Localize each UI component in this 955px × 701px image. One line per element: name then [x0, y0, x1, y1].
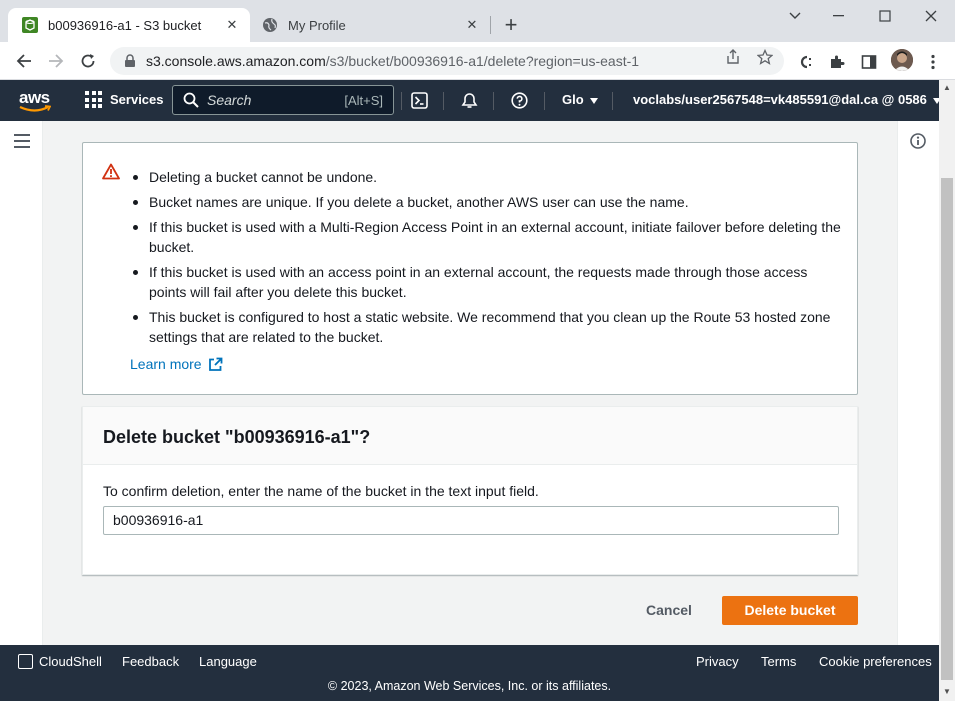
tab-title: b00936916-a1 - S3 bucket: [48, 17, 202, 33]
new-tab-icon[interactable]: +: [498, 13, 524, 39]
tab-separator: [490, 16, 491, 34]
confirm-label: To confirm deletion, enter the name of t…: [103, 483, 539, 499]
search-shortcut: [Alt+S]: [344, 92, 383, 108]
footer-privacy-link[interactable]: Privacy: [696, 654, 739, 669]
left-navigation-rail: [0, 121, 43, 645]
tab-my-profile[interactable]: My Profile ✕: [250, 8, 490, 42]
cloudshell-icon: [18, 654, 33, 669]
close-tab-icon[interactable]: ✕: [464, 17, 480, 33]
footer-terms-link[interactable]: Terms: [761, 654, 796, 669]
warning-item: Bucket names are unique. If you delete a…: [131, 192, 841, 212]
close-window-icon[interactable]: [908, 4, 954, 28]
footer-copyright: © 2023, Amazon Web Services, Inc. or its…: [327, 679, 612, 693]
share-icon[interactable]: [725, 49, 741, 65]
warning-item: This bucket is configured to host a stat…: [131, 307, 841, 347]
minimize-icon[interactable]: [816, 4, 862, 28]
warning-item: Deleting a bucket cannot be undone.: [131, 167, 841, 187]
warning-item: If this bucket is used with an access po…: [131, 262, 841, 302]
browser-toolbar: s3.console.aws.amazon.com/s3/bucket/b009…: [0, 42, 955, 80]
warning-list: Deleting a bucket cannot be undone. Buck…: [131, 167, 841, 352]
footer-cloudshell-link[interactable]: CloudShell: [18, 654, 102, 669]
header-divider: [612, 92, 613, 110]
header-divider: [443, 92, 444, 110]
tab-s3-bucket[interactable]: b00936916-a1 - S3 bucket ✕: [8, 8, 250, 42]
url-text: s3.console.aws.amazon.com/s3/bucket/b009…: [146, 53, 639, 69]
side-panel-icon[interactable]: [860, 53, 878, 71]
address-bar[interactable]: s3.console.aws.amazon.com/s3/bucket/b009…: [110, 47, 784, 75]
search-placeholder: Search: [207, 92, 252, 108]
panel-title: Delete bucket "b00936916-a1"?: [83, 407, 857, 465]
services-menu[interactable]: Services: [85, 91, 164, 108]
profile-avatar[interactable]: [891, 49, 913, 71]
reload-icon[interactable]: [75, 48, 101, 74]
browser-menu-icon[interactable]: [924, 53, 942, 71]
region-label: Glo: [562, 92, 584, 107]
delete-bucket-button[interactable]: Delete bucket: [722, 596, 858, 625]
globe-icon: [263, 18, 277, 32]
s3-favicon-icon: [22, 17, 38, 33]
extensions-puzzle-icon[interactable]: [828, 53, 846, 71]
footer-feedback-link[interactable]: Feedback: [122, 654, 179, 669]
caret-down-icon: [589, 97, 598, 104]
right-tools-rail: [897, 121, 939, 645]
external-link-icon: [208, 357, 222, 371]
services-grid-icon: [85, 91, 102, 108]
aws-logo[interactable]: aws: [19, 88, 51, 113]
scrollbar-thumb[interactable]: [941, 178, 953, 680]
url-host: s3.console.aws.amazon.com: [146, 53, 326, 69]
help-icon[interactable]: [510, 91, 528, 109]
forward-icon[interactable]: [43, 48, 69, 74]
cloudshell-icon[interactable]: [410, 91, 428, 109]
lock-icon: [125, 54, 135, 67]
browser-window: b00936916-a1 - S3 bucket ✕ My Profile ✕ …: [0, 0, 955, 701]
aws-console-header: aws Services Search [Alt+S] Glo voclabs/…: [0, 80, 941, 121]
back-icon[interactable]: [11, 48, 37, 74]
info-icon[interactable]: [910, 133, 926, 149]
footer-cookie-preferences-link[interactable]: Cookie preferences: [819, 654, 932, 669]
menu-hamburger-icon[interactable]: [14, 134, 30, 148]
tab-strip: b00936916-a1 - S3 bucket ✕ My Profile ✕ …: [0, 0, 955, 42]
warning-item: If this bucket is used with a Multi-Regi…: [131, 217, 841, 257]
notifications-bell-icon[interactable]: [460, 91, 478, 109]
maximize-icon[interactable]: [862, 4, 908, 28]
aws-logo-text: aws: [19, 88, 50, 107]
delete-bucket-panel: Delete bucket "b00936916-a1"? To confirm…: [82, 406, 858, 575]
console-footer: CloudShell Feedback Language Privacy Ter…: [0, 645, 939, 701]
tab-title: My Profile: [288, 17, 346, 33]
bucket-name-confirm-input[interactable]: b00936916-a1: [103, 506, 839, 535]
cancel-button[interactable]: Cancel: [632, 596, 706, 624]
header-divider: [401, 92, 402, 110]
footer-cloudshell-label: CloudShell: [39, 654, 102, 669]
header-divider: [493, 92, 494, 110]
account-label: voclabs/user2567548=vk485591@dal.ca @ 05…: [633, 92, 927, 107]
warning-alert: Deleting a bucket cannot be undone. Buck…: [82, 142, 858, 395]
warning-triangle-icon: [102, 163, 120, 180]
bookmark-star-icon[interactable]: [757, 49, 773, 65]
scroll-up-arrow-icon[interactable]: ▲: [942, 84, 952, 92]
account-menu[interactable]: voclabs/user2567548=vk485591@dal.ca @ 05…: [633, 92, 941, 107]
services-label: Services: [110, 92, 164, 107]
learn-more-link[interactable]: Learn more: [130, 356, 223, 372]
learn-more-label: Learn more: [130, 356, 202, 372]
search-icon: [183, 92, 199, 108]
region-selector[interactable]: Glo: [562, 92, 598, 107]
footer-language-link[interactable]: Language: [199, 654, 257, 669]
close-tab-icon[interactable]: ✕: [224, 17, 240, 33]
scroll-down-arrow-icon[interactable]: ▼: [942, 688, 952, 696]
url-path: /s3/bucket/b00936916-a1/delete?region=us…: [325, 53, 640, 69]
extension-c-icon[interactable]: [796, 53, 814, 71]
console-search-input[interactable]: Search [Alt+S]: [172, 85, 394, 115]
tab-search-chevron-icon[interactable]: [772, 4, 818, 28]
header-divider: [544, 92, 545, 110]
